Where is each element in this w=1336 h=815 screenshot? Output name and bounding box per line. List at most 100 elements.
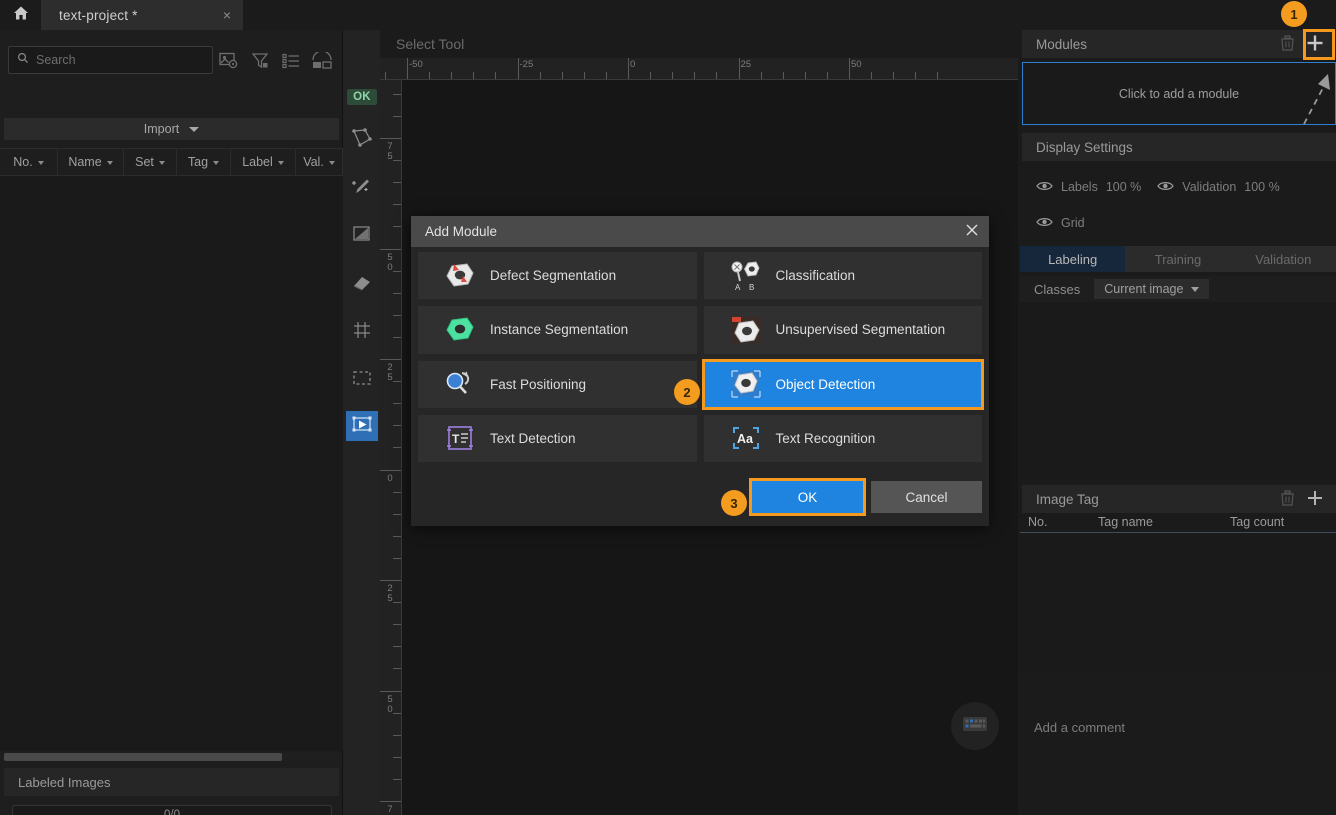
ruler-minor-tick: [393, 513, 401, 515]
ruler-minor-tick: [384, 72, 386, 79]
polygon-tool-icon: [351, 127, 373, 154]
column-no[interactable]: No.: [0, 149, 58, 175]
image-search-icon[interactable]: [218, 50, 240, 72]
eraser-tool[interactable]: [346, 269, 378, 299]
classes-scope-value: Current image: [1104, 282, 1184, 296]
svg-text:Aa: Aa: [737, 432, 754, 446]
import-button[interactable]: Import: [4, 118, 339, 140]
modules-section-header: Modules: [1022, 30, 1336, 58]
fill-shape-tool[interactable]: [346, 221, 378, 251]
filter-icon[interactable]: [249, 50, 271, 72]
ruler-minor-tick: [393, 226, 401, 228]
image-list-hscrollbar-thumb[interactable]: [4, 753, 282, 761]
ruler-minor-tick: [605, 72, 607, 79]
select-transform-tool[interactable]: [346, 411, 378, 441]
ok-badge-label: OK: [347, 89, 377, 105]
callout-badge-2: 2: [674, 379, 700, 405]
ruler-label: 50: [851, 59, 862, 70]
svg-text:T: T: [452, 432, 460, 446]
image-list-body[interactable]: [0, 176, 343, 751]
close-icon[interactable]: [965, 223, 979, 241]
ruler-minor-tick: [393, 425, 401, 427]
ruler-minor-tick: [393, 204, 401, 206]
ruler-minor-tick: [393, 778, 401, 780]
callout-highlight-plus: [1303, 29, 1335, 60]
validation-toggle-label[interactable]: Validation: [1182, 180, 1236, 194]
ruler-minor-tick: [393, 712, 401, 714]
tab-training[interactable]: Training: [1125, 246, 1231, 272]
column-set[interactable]: Set: [124, 149, 177, 175]
left-panel-toolbar: [218, 48, 338, 74]
title-bar: text-project * ×: [0, 0, 1336, 30]
marquee-tool[interactable]: [346, 365, 378, 395]
grid-toggle-label[interactable]: Grid: [1061, 216, 1085, 230]
column-label: Label: [242, 155, 273, 169]
project-tab[interactable]: text-project * ×: [41, 0, 243, 30]
column-name[interactable]: Name: [58, 149, 124, 175]
ruler-label: 5: [387, 251, 393, 263]
column-label[interactable]: Label: [231, 149, 296, 175]
module-text-recognition[interactable]: Aa Text Recognition: [703, 414, 982, 462]
image-tag-add-button[interactable]: [1300, 486, 1330, 512]
eye-icon[interactable]: [1036, 216, 1053, 231]
labels-toggle-label[interactable]: Labels: [1061, 180, 1098, 194]
marquee-tool-icon: [351, 367, 373, 394]
ruler-major-tick: [380, 580, 401, 581]
home-button[interactable]: [0, 0, 41, 30]
display-settings-title: Display Settings: [1036, 139, 1133, 155]
ruler-minor-tick: [871, 72, 873, 79]
column-val[interactable]: Val.: [296, 149, 343, 175]
ruler-minor-tick: [672, 72, 674, 79]
ruler-minor-tick: [393, 557, 401, 559]
eye-icon[interactable]: [1036, 180, 1053, 195]
eye-icon[interactable]: [1157, 180, 1175, 195]
ok-confirm-button[interactable]: OK: [346, 82, 378, 112]
classes-label: Classes: [1034, 281, 1081, 297]
ruler-label: 0: [387, 472, 393, 484]
ruler-minor-tick: [393, 602, 401, 604]
chevron-down-icon: [328, 161, 335, 165]
module-classification[interactable]: A B Classification: [703, 252, 982, 300]
module-instance-segmentation[interactable]: Instance Segmentation: [418, 306, 697, 354]
magic-pencil-tool[interactable]: [346, 173, 378, 203]
right-panel-tabs: Labeling Training Validation: [1020, 246, 1336, 272]
ruler-minor-tick: [539, 72, 541, 79]
dialog-cancel-button[interactable]: Cancel: [871, 481, 982, 513]
list-view-icon[interactable]: [280, 50, 302, 72]
column-tag[interactable]: Tag: [177, 149, 231, 175]
search-input[interactable]: Search: [8, 46, 213, 74]
fast-positioning-icon: [442, 366, 478, 402]
close-icon[interactable]: ×: [223, 8, 231, 22]
eraser-tool-icon: [351, 271, 373, 298]
ruler-major-tick: [380, 801, 401, 802]
tab-validation[interactable]: Validation: [1230, 246, 1336, 272]
module-object-detection[interactable]: Object Detection: [701, 358, 984, 410]
ruler-minor-tick: [782, 72, 784, 79]
module-text-detection[interactable]: T Text Detection: [418, 414, 697, 462]
module-defect-segmentation[interactable]: Defect Segmentation: [418, 252, 697, 300]
module-unsupervised-segmentation[interactable]: Unsupervised Segmentation: [703, 306, 982, 354]
select-transform-tool-icon: [351, 413, 373, 440]
grid-tool[interactable]: [346, 317, 378, 347]
tab-labeling[interactable]: Labeling: [1020, 246, 1126, 272]
keyboard-shortcuts-button[interactable]: [951, 702, 999, 750]
dialog-ok-button[interactable]: OK: [749, 478, 866, 516]
classes-list[interactable]: [1020, 302, 1336, 480]
compare-view-icon[interactable]: [311, 50, 333, 72]
polygon-tool[interactable]: [346, 125, 378, 155]
ruler-minor-tick: [473, 72, 475, 79]
image-tag-column-header: No. Tag name Tag count: [1020, 511, 1336, 533]
ruler-label: 5: [387, 693, 393, 705]
module-fast-positioning[interactable]: Fast Positioning: [418, 360, 697, 408]
module-dropzone[interactable]: Click to add a module: [1022, 62, 1336, 125]
labels-opacity-value[interactable]: 100 %: [1106, 180, 1141, 194]
comment-input[interactable]: Add a comment: [1020, 706, 1336, 815]
ruler-minor-tick: [650, 72, 652, 79]
magic-pencil-tool-icon: [351, 175, 373, 202]
image-tag-list[interactable]: [1020, 533, 1336, 673]
image-tag-delete-button[interactable]: [1274, 486, 1300, 512]
modules-delete-button[interactable]: [1274, 31, 1300, 57]
classes-scope-dropdown[interactable]: Current image: [1094, 279, 1210, 299]
modules-title: Modules: [1036, 36, 1088, 52]
validation-opacity-value[interactable]: 100 %: [1244, 180, 1279, 194]
